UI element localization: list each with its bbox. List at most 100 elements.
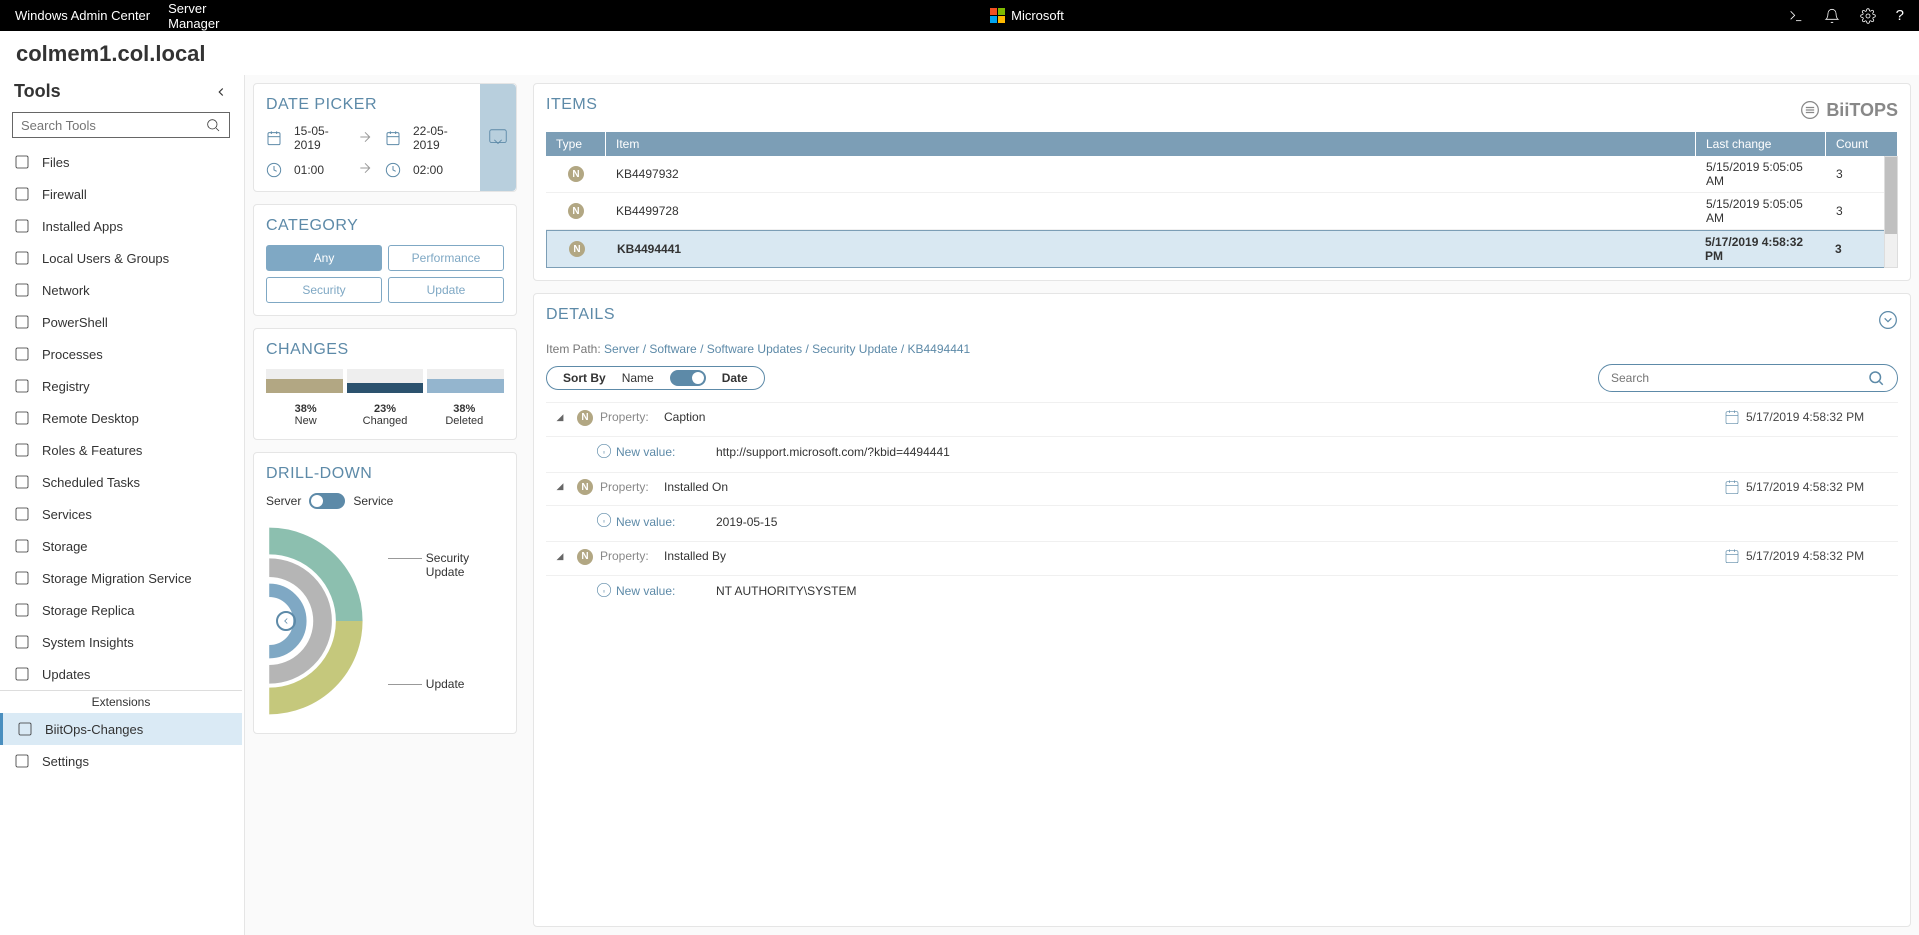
sidebar-item-label: Installed Apps — [42, 219, 123, 234]
date-from[interactable]: 15-05-2019 — [294, 124, 347, 152]
new-value-label: New value: — [616, 445, 716, 459]
menu-circle-icon[interactable] — [1800, 100, 1820, 120]
sidebar-section-extensions: Extensions — [0, 690, 242, 713]
expand-toggle[interactable]: ◢ — [550, 551, 570, 562]
items-row[interactable]: NKB44997285/15/2019 5:05:05 AM3 — [546, 193, 1898, 230]
tool-icon — [14, 218, 30, 234]
items-th-item[interactable]: Item — [606, 132, 1696, 156]
sidebar-item[interactable]: Services — [0, 498, 242, 530]
time-to[interactable]: 02:00 — [413, 163, 466, 177]
tools-title: Tools — [14, 81, 61, 102]
sidebar-item[interactable]: Settings — [0, 745, 242, 777]
sortby-label: Sort By — [563, 371, 606, 385]
items-scrollbar[interactable] — [1884, 156, 1898, 268]
items-row-last: 5/15/2019 5:05:05 AM — [1696, 193, 1826, 229]
items-th-type[interactable]: Type — [546, 132, 606, 156]
sidebar-item[interactable]: Firewall — [0, 178, 242, 210]
collapse-details-icon[interactable] — [1878, 310, 1898, 330]
tool-icon — [14, 410, 30, 426]
sidebar-item-label: Local Users & Groups — [42, 251, 169, 266]
tool-icon — [14, 538, 30, 554]
gear-icon[interactable] — [1860, 8, 1876, 24]
calendar-icon — [1724, 548, 1740, 564]
category-button[interactable]: Security — [266, 277, 382, 303]
help-icon[interactable]: ? — [1896, 7, 1904, 24]
bell-icon[interactable] — [1824, 8, 1840, 24]
property-label: Property: — [600, 549, 664, 563]
sidebar-item[interactable]: PowerShell — [0, 306, 242, 338]
search-tools-input[interactable] — [12, 112, 230, 138]
items-table-header: Type Item Last change Count — [546, 132, 1898, 156]
items-th-last[interactable]: Last change — [1696, 132, 1826, 156]
new-badge-icon: N — [577, 410, 593, 426]
sidebar-item[interactable]: Local Users & Groups — [0, 242, 242, 274]
time-from[interactable]: 01:00 — [294, 163, 347, 177]
category-button[interactable]: Performance — [388, 245, 504, 271]
donut-label-update[interactable]: Update — [406, 677, 504, 691]
new-badge-icon: N — [577, 549, 593, 565]
apply-icon — [487, 127, 509, 149]
sidebar-item[interactable]: Installed Apps — [0, 210, 242, 242]
sidebar-item[interactable]: Roles & Features — [0, 434, 242, 466]
detail-row[interactable]: ◢NProperty:Installed On5/17/2019 4:58:32… — [546, 472, 1898, 502]
sidebar-item-label: PowerShell — [42, 315, 108, 330]
expand-toggle[interactable]: ◢ — [550, 412, 570, 423]
tool-icon — [14, 186, 30, 202]
info-icon — [596, 443, 612, 459]
item-path-breadcrumb[interactable]: Server / Software / Software Updates / S… — [604, 342, 970, 356]
sidebar-item[interactable]: Storage — [0, 530, 242, 562]
new-value-label: New value: — [616, 584, 716, 598]
items-th-count[interactable]: Count — [1826, 132, 1898, 156]
tool-icon — [14, 634, 30, 650]
sidebar-item[interactable]: Updates — [0, 658, 242, 690]
sidebar-item[interactable]: Remote Desktop — [0, 402, 242, 434]
sidebar-item-label: Processes — [42, 347, 103, 362]
date-picker-card: DATE PICKER 15-05-2019 22-05-2019 01:00 … — [253, 83, 517, 192]
change-bar-deleted — [427, 369, 504, 393]
drilldown-back-button[interactable] — [276, 611, 296, 631]
category-button[interactable]: Any — [266, 245, 382, 271]
sidebar-item[interactable]: Processes — [0, 338, 242, 370]
date-picker-apply-button[interactable] — [480, 84, 516, 191]
terminal-icon[interactable] — [1788, 8, 1804, 24]
change-bar-new — [266, 369, 343, 393]
calendar-icon — [1724, 409, 1740, 425]
sortby-toggle[interactable] — [670, 370, 706, 386]
sidebar-item[interactable]: Storage Replica — [0, 594, 242, 626]
new-value-label: New value: — [616, 515, 716, 529]
tool-icon — [14, 666, 30, 682]
items-title: ITEMS — [546, 96, 597, 114]
property-date: 5/17/2019 4:58:32 PM — [1724, 479, 1894, 495]
sidebar-item[interactable]: Network — [0, 274, 242, 306]
property-label: Property: — [600, 410, 664, 424]
detail-row[interactable]: ◢NProperty:Installed By5/17/2019 4:58:32… — [546, 541, 1898, 571]
date-to[interactable]: 22-05-2019 — [413, 124, 466, 152]
sortby-date-option[interactable]: Date — [722, 371, 748, 385]
tool-icon — [14, 753, 30, 769]
tool-icon — [14, 314, 30, 330]
sidebar-item[interactable]: Registry — [0, 370, 242, 402]
sidebar-item[interactable]: BiitOps-Changes — [0, 713, 242, 745]
sidebar-item-label: Remote Desktop — [42, 411, 139, 426]
donut-label-security-update[interactable]: Security Update — [406, 551, 504, 579]
items-row[interactable]: NKB44979325/15/2019 5:05:05 AM3 — [546, 156, 1898, 193]
server-manager-dropdown[interactable]: Server Manager — [168, 0, 265, 36]
sidebar-item[interactable]: Storage Migration Service — [0, 562, 242, 594]
details-search-input[interactable] — [1598, 364, 1898, 392]
sidebar-item[interactable]: Scheduled Tasks — [0, 466, 242, 498]
sidebar-item[interactable]: System Insights — [0, 626, 242, 658]
app-name[interactable]: Windows Admin Center — [15, 8, 150, 23]
collapse-sidebar-icon[interactable] — [214, 85, 228, 99]
detail-row[interactable]: ◢NProperty:Caption5/17/2019 4:58:32 PM — [546, 402, 1898, 432]
sidebar-item[interactable]: Files — [0, 146, 242, 178]
clock-icon — [266, 162, 282, 178]
arrow-right-icon — [357, 129, 373, 145]
details-title: DETAILS — [546, 306, 615, 324]
sidebar-item-label: Network — [42, 283, 90, 298]
drilldown-toggle[interactable] — [309, 493, 345, 509]
category-button[interactable]: Update — [388, 277, 504, 303]
sortby-name-option[interactable]: Name — [622, 371, 654, 385]
top-bar: Windows Admin Center Server Manager Micr… — [0, 0, 1919, 31]
items-row[interactable]: NKB44944415/17/2019 4:58:32 PM3 — [546, 230, 1898, 268]
expand-toggle[interactable]: ◢ — [550, 481, 570, 492]
